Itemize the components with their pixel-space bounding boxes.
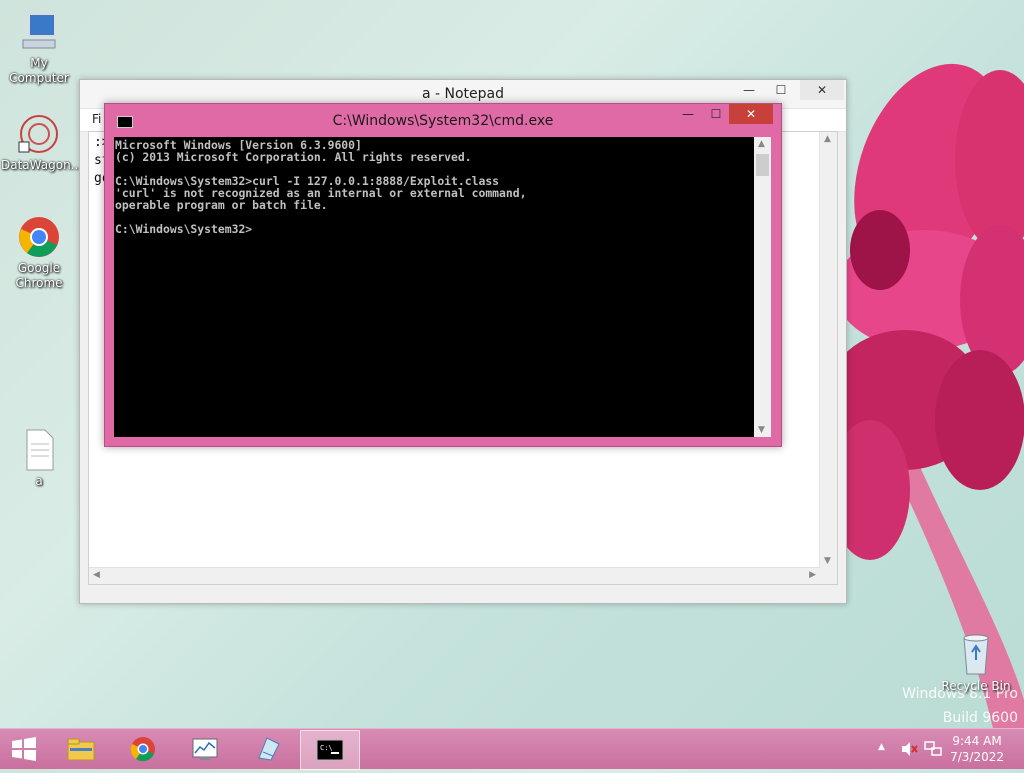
scroll-down-icon[interactable]: ▼ bbox=[758, 425, 765, 435]
scroll-down-icon[interactable]: ▼ bbox=[824, 556, 831, 566]
desktop-icon-recycle-bin[interactable]: Recycle Bin bbox=[936, 630, 1016, 693]
clock-date: 7/3/2022 bbox=[950, 750, 1004, 764]
taskbar-performance-monitor[interactable] bbox=[176, 730, 234, 768]
volume-muted-icon[interactable] bbox=[900, 741, 918, 757]
maximize-button[interactable]: ☐ bbox=[703, 104, 729, 124]
close-button[interactable]: ✕ bbox=[729, 104, 773, 124]
taskbar-command-prompt[interactable]: C:\ bbox=[300, 730, 360, 770]
scroll-right-icon[interactable]: ▶ bbox=[809, 570, 816, 580]
chrome-icon bbox=[130, 737, 155, 762]
cmd-window[interactable]: C:\Windows\System32\cmd.exe — ☐ ✕ Micros… bbox=[104, 103, 782, 447]
clock-time: 9:44 AM bbox=[952, 734, 1002, 748]
notepad-icon bbox=[258, 737, 280, 761]
computer-icon bbox=[22, 13, 56, 49]
windows-build-watermark: Build 9600 bbox=[943, 710, 1018, 726]
scrollbar-corner bbox=[820, 568, 837, 584]
cmd-vertical-scrollbar[interactable]: ▲ ▼ bbox=[754, 137, 771, 437]
console-line: C:\Windows\System32> bbox=[115, 222, 253, 236]
cmd-titlebar[interactable]: C:\Windows\System32\cmd.exe — ☐ ✕ bbox=[105, 104, 781, 137]
notepad-vertical-scrollbar[interactable]: ▲ ▼ bbox=[819, 132, 837, 568]
desktop-icon-label: a bbox=[35, 474, 43, 488]
notepad-horizontal-scrollbar[interactable]: ◀ ▶ bbox=[89, 567, 820, 584]
show-hidden-icons-icon[interactable]: ▲ bbox=[878, 742, 885, 752]
network-icon[interactable] bbox=[924, 741, 942, 757]
recycle-bin-icon bbox=[963, 634, 989, 675]
console-line: (c) 2013 Microsoft Corporation. All righ… bbox=[115, 150, 472, 164]
cmd-console[interactable]: Microsoft Windows [Version 6.3.9600] (c)… bbox=[114, 137, 754, 437]
monitor-chart-icon bbox=[192, 738, 218, 760]
menu-file[interactable]: Fi bbox=[92, 112, 101, 126]
console-line: operable program or batch file. bbox=[115, 198, 328, 212]
datawagon-icon bbox=[18, 115, 58, 153]
svg-text:C:\: C:\ bbox=[320, 744, 333, 752]
desktop-icon-my-computer[interactable]: My Computer bbox=[1, 10, 77, 86]
desktop-icon-label: DataWagon... bbox=[1, 158, 83, 172]
folder-icon bbox=[67, 738, 95, 761]
windows-logo-icon bbox=[12, 737, 36, 761]
taskbar: C:\ ▲ 9:44 AM 7/3/2022 bbox=[0, 728, 1024, 770]
start-button[interactable] bbox=[0, 729, 48, 769]
notepad-title: a - Notepad bbox=[421, 86, 505, 102]
watermark-build: Build 9600 bbox=[942, 710, 1018, 726]
console-output: Microsoft Windows [Version 6.3.9600] (c)… bbox=[115, 139, 526, 235]
minimize-button[interactable]: — bbox=[736, 80, 762, 100]
desktop-icon-text-file[interactable]: a bbox=[1, 428, 77, 489]
taskbar-notepad[interactable] bbox=[238, 730, 296, 768]
clock[interactable]: 9:44 AM 7/3/2022 bbox=[950, 733, 1004, 765]
minimize-button[interactable]: — bbox=[675, 104, 701, 124]
text-file-icon bbox=[26, 429, 54, 471]
close-button[interactable]: ✕ bbox=[800, 80, 844, 100]
system-tray: ▲ 9:44 AM 7/3/2022 bbox=[864, 729, 1024, 769]
desktop-icon-label: Google Chrome bbox=[15, 261, 63, 290]
scrollbar-thumb[interactable] bbox=[756, 154, 769, 176]
scroll-left-icon[interactable]: ◀ bbox=[93, 570, 100, 580]
desktop-icon-label: My Computer bbox=[9, 56, 69, 85]
desktop-icon-datawagon[interactable]: DataWagon... bbox=[1, 112, 83, 173]
maximize-button[interactable]: ☐ bbox=[768, 80, 794, 100]
desktop-icon-label: Recycle Bin bbox=[941, 679, 1011, 693]
chrome-icon bbox=[19, 217, 59, 257]
cmd-icon: C:\ bbox=[316, 739, 344, 761]
scroll-up-icon[interactable]: ▲ bbox=[758, 139, 765, 149]
scroll-up-icon[interactable]: ▲ bbox=[824, 134, 831, 144]
taskbar-file-explorer[interactable] bbox=[52, 730, 110, 768]
taskbar-google-chrome[interactable] bbox=[114, 730, 172, 768]
desktop-icon-google-chrome[interactable]: Google Chrome bbox=[1, 215, 77, 291]
